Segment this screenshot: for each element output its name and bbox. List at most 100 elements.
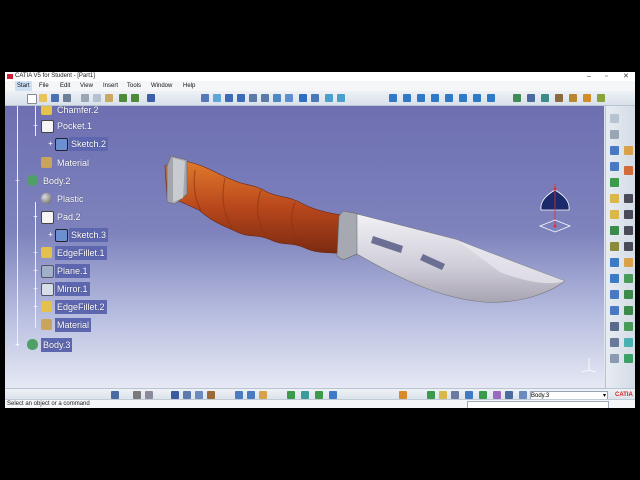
cursor-icon[interactable]	[624, 146, 633, 155]
dimension-constraint-icon[interactable]	[247, 391, 255, 399]
constraint-icon[interactable]	[610, 322, 619, 331]
refresh-icon[interactable]	[427, 391, 435, 399]
shell-icon[interactable]	[624, 210, 633, 219]
chamfer-tool-icon[interactable]	[624, 194, 633, 203]
menu-tools[interactable]: Tools	[127, 81, 141, 91]
visualization-icon[interactable]	[301, 391, 309, 399]
menu-help[interactable]: Help	[183, 81, 195, 91]
scaling-icon[interactable]	[610, 274, 619, 283]
view-mode-icon[interactable]	[479, 391, 487, 399]
save-icon[interactable]	[51, 94, 59, 102]
whats-this-icon[interactable]	[147, 94, 155, 102]
menu-file[interactable]: File	[39, 81, 49, 91]
3d-viewport[interactable]: Chamfer.2 + Pocket.1 + Sketch.2 Material…	[5, 106, 604, 388]
exit-workbench-icon[interactable]	[610, 130, 619, 139]
scale-icon[interactable]	[451, 391, 459, 399]
shaft-tool-icon[interactable]	[417, 94, 425, 102]
material-view-icon[interactable]	[493, 391, 501, 399]
add-icon[interactable]	[624, 290, 633, 299]
measure-icon[interactable]	[527, 94, 535, 102]
formula-icon[interactable]	[133, 391, 141, 399]
menu-start[interactable]: Start	[15, 81, 32, 91]
draft-icon[interactable]	[610, 210, 619, 219]
apply-material-icon[interactable]	[513, 94, 521, 102]
inertia-icon[interactable]	[555, 94, 563, 102]
close-icon[interactable]: ✕	[623, 72, 629, 81]
command-input[interactable]	[467, 401, 609, 408]
swap-space-icon[interactable]	[337, 94, 345, 102]
intersect-icon[interactable]	[624, 306, 633, 315]
shading-icon[interactable]	[311, 94, 319, 102]
hole-tool-icon[interactable]	[445, 94, 453, 102]
axis-icon[interactable]	[465, 391, 473, 399]
sketch-analysis-icon[interactable]	[171, 391, 179, 399]
sketcher-icon[interactable]	[610, 114, 619, 123]
loft-tool-icon[interactable]	[487, 94, 495, 102]
paste-icon[interactable]	[105, 94, 113, 102]
knife-model[interactable]	[5, 106, 604, 388]
construction-icon[interactable]	[207, 391, 215, 399]
geometric-constraint-icon[interactable]	[235, 391, 243, 399]
zoom-out-icon[interactable]	[261, 94, 269, 102]
measure-item-icon[interactable]	[541, 94, 549, 102]
pad-tool-icon[interactable]	[389, 94, 397, 102]
multi-view-icon[interactable]	[285, 94, 293, 102]
pan-icon[interactable]	[225, 94, 233, 102]
undo-icon[interactable]	[119, 94, 127, 102]
light-icon[interactable]	[439, 391, 447, 399]
restore-icon[interactable]: ▫	[605, 72, 607, 81]
remove-icon[interactable]	[610, 306, 619, 315]
groove-tool-icon[interactable]	[431, 94, 439, 102]
axis-system-icon[interactable]	[610, 354, 619, 363]
fit-all-icon[interactable]	[213, 94, 221, 102]
minimize-icon[interactable]: –	[587, 72, 591, 81]
rotate-icon[interactable]	[237, 94, 245, 102]
pad-feature-icon[interactable]	[624, 166, 633, 175]
hide-show-icon[interactable]	[325, 94, 333, 102]
menu-edit[interactable]: Edit	[60, 81, 70, 91]
mirror-tool-icon[interactable]	[610, 258, 619, 267]
dimension-icon[interactable]	[329, 391, 337, 399]
new-icon[interactable]	[27, 94, 37, 104]
point-icon[interactable]	[610, 146, 619, 155]
line-icon[interactable]	[610, 162, 619, 171]
cut-part-icon[interactable]	[315, 391, 323, 399]
annotation-icon[interactable]	[624, 322, 633, 331]
copy-icon[interactable]	[93, 94, 101, 102]
thread-icon[interactable]	[624, 226, 633, 235]
update-icon[interactable]	[111, 391, 119, 399]
fillet-icon[interactable]	[610, 194, 619, 203]
compass-widget[interactable]	[535, 182, 575, 236]
thickness-icon[interactable]	[610, 226, 619, 235]
knowledge-icon[interactable]	[583, 94, 591, 102]
measure-between-icon[interactable]	[399, 391, 407, 399]
iso-view-icon[interactable]	[299, 94, 307, 102]
snap-icon[interactable]	[195, 391, 203, 399]
zoom-in-icon[interactable]	[249, 94, 257, 102]
slot-tool-icon[interactable]	[473, 94, 481, 102]
layer-icon[interactable]	[505, 391, 513, 399]
surface-icon[interactable]	[624, 338, 633, 347]
menu-view[interactable]: View	[80, 81, 93, 91]
menu-insert[interactable]: Insert	[103, 81, 118, 91]
publication-icon[interactable]	[624, 354, 633, 363]
comment-icon[interactable]	[145, 391, 153, 399]
plane-feature-icon[interactable]	[610, 178, 619, 187]
rotate-feature-icon[interactable]	[624, 242, 633, 251]
catalog-icon[interactable]	[569, 94, 577, 102]
boolean-icon[interactable]	[624, 274, 633, 283]
analysis-icon[interactable]	[610, 338, 619, 347]
sketch-solving-icon[interactable]	[287, 391, 295, 399]
constraint-edit-icon[interactable]	[259, 391, 267, 399]
redo-icon[interactable]	[131, 94, 139, 102]
rib-tool-icon[interactable]	[459, 94, 467, 102]
open-icon[interactable]	[39, 94, 47, 102]
pocket-tool-icon[interactable]	[403, 94, 411, 102]
translate-icon[interactable]	[610, 242, 619, 251]
fly-mode-icon[interactable]	[201, 94, 209, 102]
render-icon[interactable]	[597, 94, 605, 102]
normal-view-icon[interactable]	[273, 94, 281, 102]
grid-icon[interactable]	[183, 391, 191, 399]
menu-window[interactable]: Window	[151, 81, 172, 91]
print-icon[interactable]	[63, 94, 71, 102]
